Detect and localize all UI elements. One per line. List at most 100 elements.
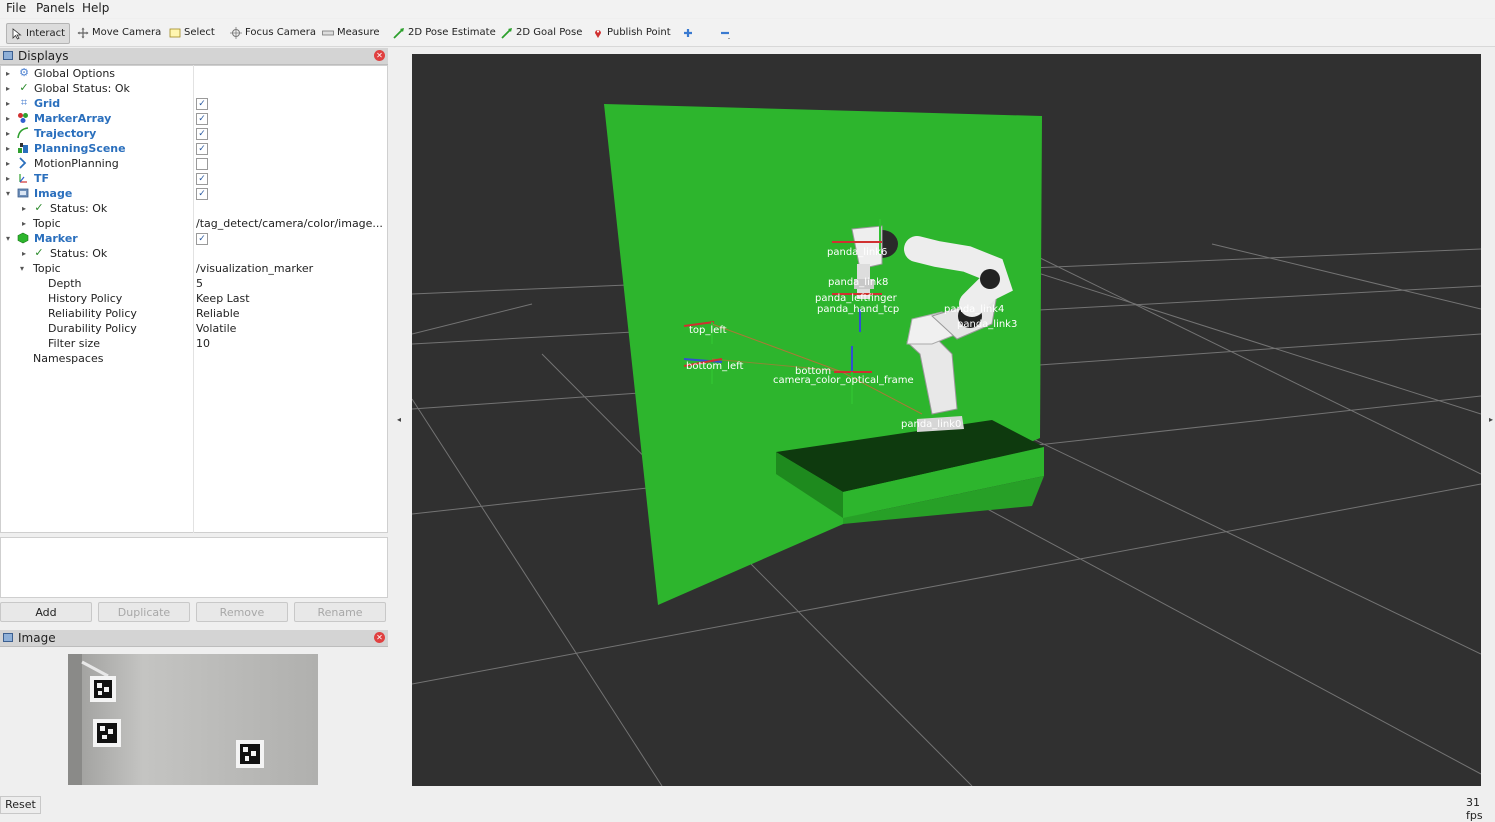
planning-scene-icon <box>18 143 28 153</box>
map-pin-icon <box>595 29 601 38</box>
tree-row-label: Topic <box>33 262 61 275</box>
enable-checkbox[interactable]: ✓ <box>196 143 208 155</box>
tree-row-namespaces[interactable]: Namespaces <box>1 351 387 366</box>
label-panda-hand-tcp: panda_hand_tcp <box>817 304 899 315</box>
add-tool-button[interactable] <box>682 23 694 42</box>
image-panel-title: Image <box>18 631 56 645</box>
enable-checkbox[interactable]: ✓ <box>196 128 208 140</box>
apriltag-top <box>90 676 116 702</box>
enable-checkbox[interactable]: ✓ <box>196 113 208 125</box>
tree-row-grid[interactable]: ▸ ⌗ Grid ✓ <box>1 96 387 111</box>
remove-tool-button[interactable] <box>719 23 731 42</box>
measure-tool-button[interactable]: Measure <box>322 23 380 42</box>
select-tool-button[interactable]: Select <box>169 23 215 42</box>
tree-row-marker-status[interactable]: ▸ ✓ Status: Ok <box>1 246 387 261</box>
close-icon[interactable]: ✕ <box>374 50 385 61</box>
collapse-left-arrow-icon[interactable]: ◂ <box>397 415 401 424</box>
tree-row-image-status[interactable]: ▸ ✓ Status: Ok <box>1 201 387 216</box>
expand-arrow-icon[interactable]: ▸ <box>6 81 10 96</box>
pose-estimate-tool-button[interactable]: 2D Pose Estimate <box>393 23 496 42</box>
measure-label: Measure <box>337 27 380 38</box>
enable-checkbox[interactable]: ✓ <box>196 98 208 110</box>
checkmark-icon: ✓ <box>34 201 44 214</box>
add-button[interactable]: Add <box>0 602 92 622</box>
tree-row-label: Depth <box>48 277 82 290</box>
expand-arrow-icon[interactable]: ▸ <box>6 126 10 141</box>
filter-size-value[interactable]: 10 <box>196 337 210 350</box>
menu-help[interactable]: Help <box>82 1 109 15</box>
reset-button[interactable]: Reset <box>0 796 41 814</box>
tree-row-tf[interactable]: ▸ TF ✓ <box>1 171 387 186</box>
tree-row-global-status[interactable]: ▸ ✓ Global Status: Ok <box>1 81 387 96</box>
camera-feed-graphic <box>68 654 318 785</box>
rename-button[interactable]: Rename <box>294 602 386 622</box>
expand-arrow-icon[interactable]: ▸ <box>6 141 10 156</box>
remove-button[interactable]: Remove <box>196 602 288 622</box>
tree-row-global-options[interactable]: ▸ ⚙ Global Options <box>1 66 387 81</box>
tree-row-history-policy[interactable]: History Policy Keep Last <box>1 291 387 306</box>
focus-camera-label: Focus Camera <box>245 27 316 38</box>
goal-pose-tool-button[interactable]: 2D Goal Pose <box>501 23 582 42</box>
image-topic-value[interactable]: /tag_detect/camera/color/image... <box>196 217 383 230</box>
tree-row-image[interactable]: ▾ Image ✓ <box>1 186 387 201</box>
collapse-arrow-icon[interactable]: ▾ <box>20 261 24 276</box>
tree-row-image-topic[interactable]: ▸ Topic /tag_detect/camera/color/image..… <box>1 216 387 231</box>
expand-arrow-icon[interactable]: ▸ <box>6 96 10 111</box>
expand-arrow-icon[interactable]: ▸ <box>6 156 10 171</box>
checkmark-icon: ✓ <box>34 246 44 259</box>
tree-row-marker-topic[interactable]: ▾ Topic /visualization_marker <box>1 261 387 276</box>
interact-tool-button[interactable]: Interact <box>6 23 71 44</box>
duplicate-button[interactable]: Duplicate <box>98 602 190 622</box>
select-label: Select <box>184 27 215 38</box>
expand-arrow-icon[interactable]: ▸ <box>22 201 26 216</box>
apriltag-right <box>236 740 264 768</box>
focus-camera-tool-button[interactable]: Focus Camera <box>230 23 316 42</box>
label-bottom-left: bottom_left <box>686 361 743 372</box>
tree-row-durability-policy[interactable]: Durability Policy Volatile <box>1 321 387 336</box>
tree-row-trajectory[interactable]: ▸ Trajectory ✓ <box>1 126 387 141</box>
history-policy-value[interactable]: Keep Last <box>196 292 250 305</box>
tree-row-planningscene[interactable]: ▸ PlanningScene ✓ <box>1 141 387 156</box>
tree-row-label: MarkerArray <box>34 112 112 125</box>
tree-row-marker[interactable]: ▾ Marker ✓ <box>1 231 387 246</box>
gear-icon: ⚙ <box>19 66 29 79</box>
menu-file[interactable]: File <box>6 1 26 15</box>
move-camera-tool-button[interactable]: Move Camera <box>77 23 161 42</box>
reliability-policy-value[interactable]: Reliable <box>196 307 240 320</box>
plus-icon <box>684 28 692 37</box>
tree-row-filter-size[interactable]: Filter size 10 <box>1 336 387 351</box>
tree-row-motionplanning[interactable]: ▸ MotionPlanning <box>1 156 387 171</box>
label-panda-link0: panda_link0 <box>901 419 961 430</box>
close-icon[interactable]: ✕ <box>374 632 385 643</box>
tree-row-label: Image <box>34 187 73 200</box>
expand-arrow-icon[interactable]: ▸ <box>22 216 26 231</box>
expand-arrow-icon[interactable]: ▸ <box>6 66 10 81</box>
tree-row-markerarray[interactable]: ▸ MarkerArray ✓ <box>1 111 387 126</box>
tree-row-label: Topic <box>33 217 61 230</box>
publish-point-tool-button[interactable]: Publish Point <box>592 23 671 42</box>
collapse-arrow-icon[interactable]: ▾ <box>6 186 10 201</box>
expand-arrow-icon[interactable]: ▸ <box>22 246 26 261</box>
tree-row-depth[interactable]: Depth 5 <box>1 276 387 291</box>
enable-checkbox[interactable]: ✓ <box>196 233 208 245</box>
expand-arrow-icon[interactable]: ▸ <box>6 171 10 186</box>
collapse-right-arrow-icon[interactable]: ▸ <box>1489 415 1493 424</box>
enable-checkbox[interactable]: ✓ <box>196 188 208 200</box>
collapse-arrow-icon[interactable]: ▾ <box>6 231 10 246</box>
image-panel-header: Image ✕ <box>0 630 388 647</box>
enable-checkbox[interactable] <box>196 158 208 170</box>
expand-arrow-icon[interactable]: ▸ <box>6 111 10 126</box>
column-divider[interactable] <box>193 65 194 533</box>
depth-value[interactable]: 5 <box>196 277 203 290</box>
trajectory-icon <box>17 127 29 139</box>
menu-panels[interactable]: Panels <box>36 1 75 15</box>
tree-row-reliability-policy[interactable]: Reliability Policy Reliable <box>1 306 387 321</box>
durability-policy-value[interactable]: Volatile <box>196 322 236 335</box>
3d-viewport[interactable]: top_left bottom_left panda_link6 panda_l… <box>411 54 1482 787</box>
marker-topic-value[interactable]: /visualization_marker <box>196 262 313 275</box>
enable-checkbox[interactable]: ✓ <box>196 173 208 185</box>
tree-row-label: Global Status: Ok <box>34 82 130 95</box>
interact-label: Interact <box>26 28 66 39</box>
marker-array-icon <box>18 113 28 123</box>
apriltag-bottom <box>93 719 121 747</box>
